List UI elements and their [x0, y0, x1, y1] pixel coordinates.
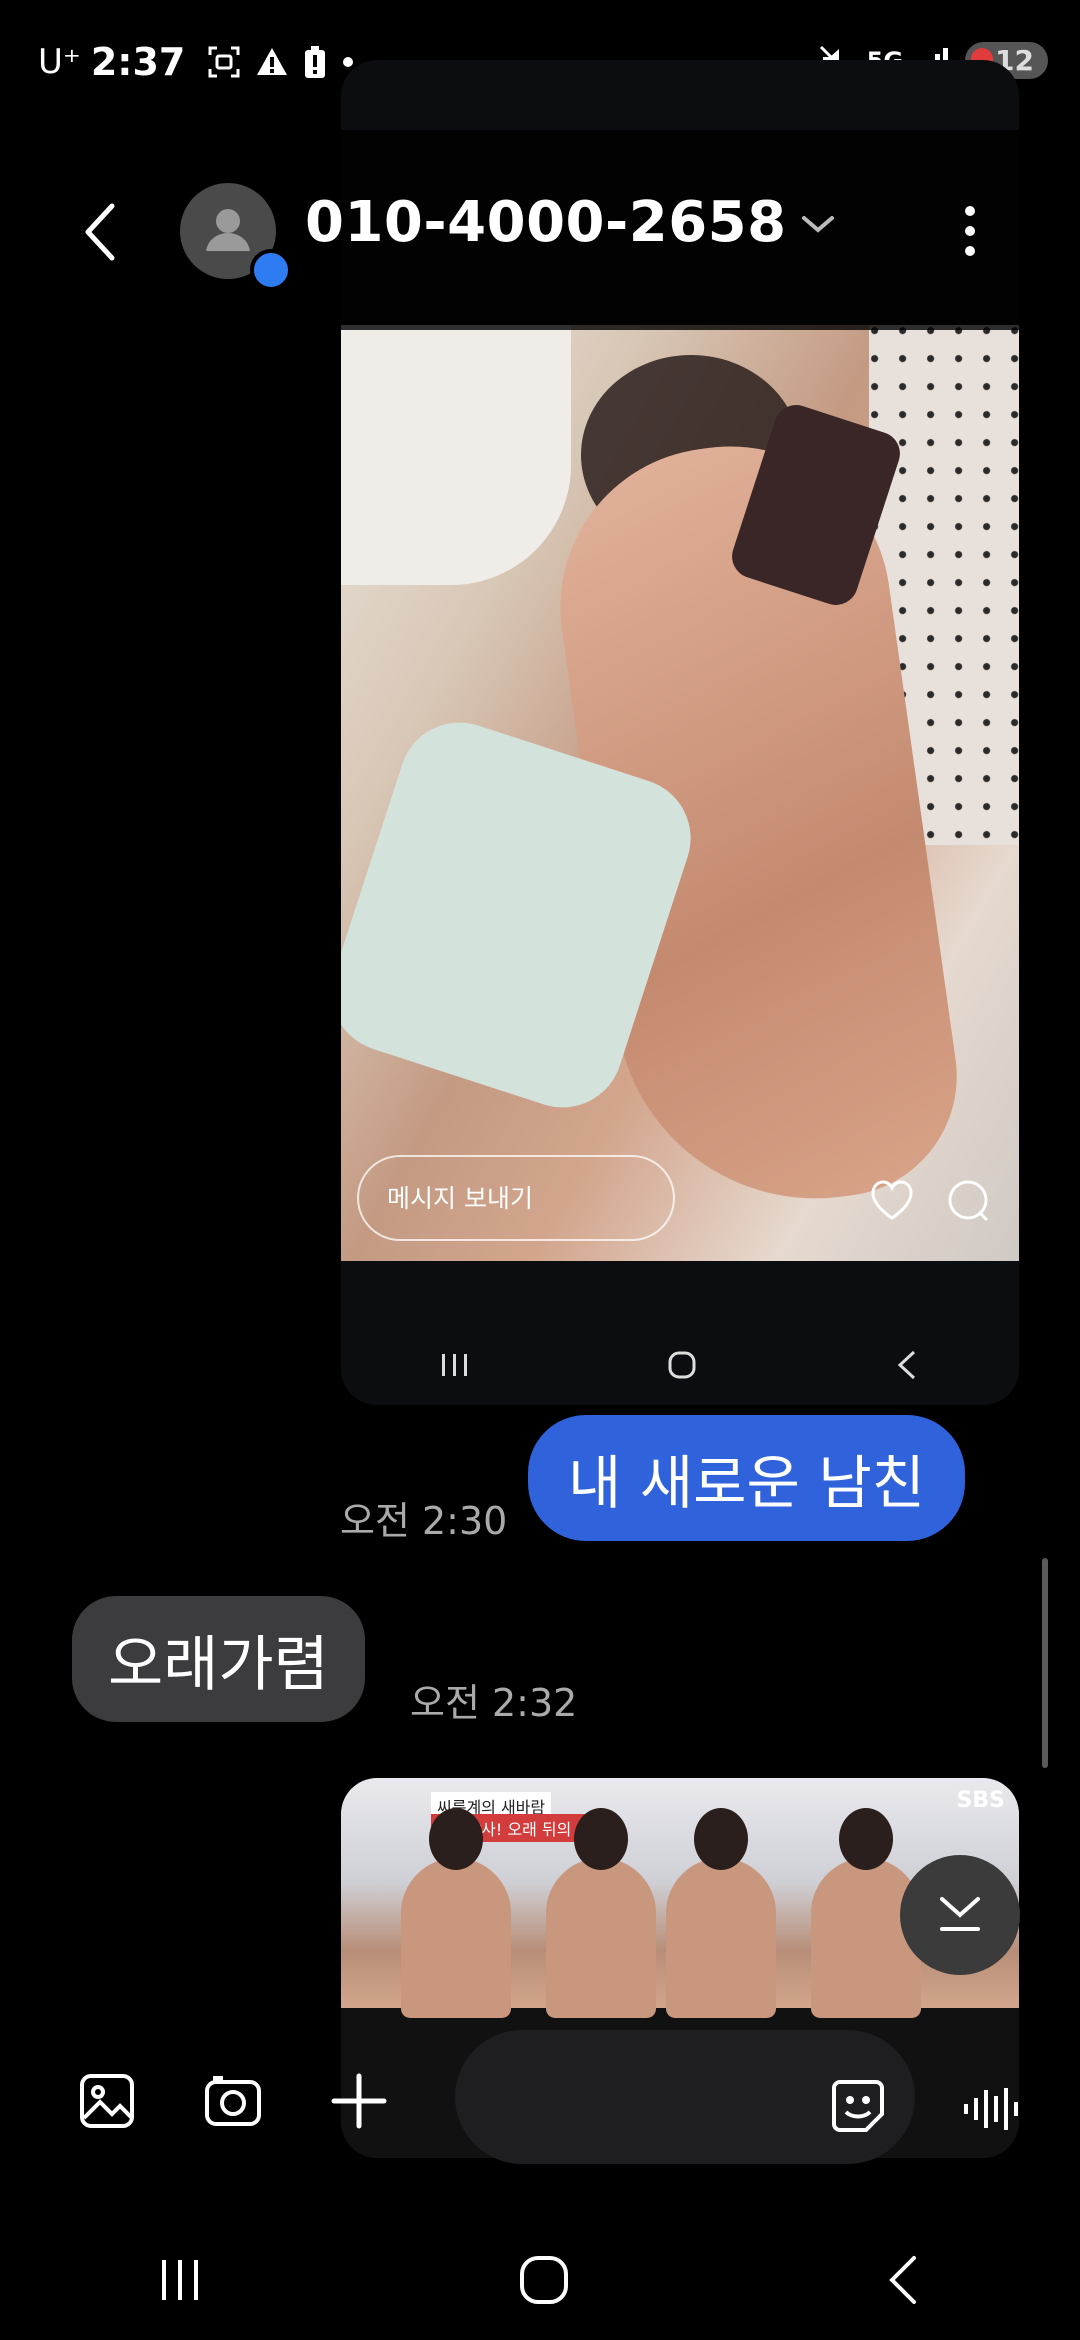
shared-photo — [341, 325, 1019, 1261]
chevron-down-icon[interactable] — [800, 212, 836, 236]
sticker-icon[interactable] — [830, 2078, 886, 2134]
scroll-to-bottom-button[interactable] — [900, 1855, 1020, 1975]
incoming-message-time: 오전 2:32 — [410, 1681, 578, 1725]
clock: 2:37 — [90, 40, 186, 84]
recent-apps-icon — [441, 1354, 467, 1376]
shared-message-input: 메시지 보내기 — [357, 1155, 675, 1241]
back-icon — [898, 1350, 916, 1380]
more-options-icon[interactable] — [960, 203, 980, 259]
video-person — [666, 1808, 776, 2018]
heart-icon — [871, 1180, 913, 1220]
plus-icon[interactable] — [330, 2072, 388, 2130]
video-person — [401, 1808, 511, 2018]
video-person-head — [839, 1808, 893, 1870]
back-arrow-icon[interactable] — [80, 200, 120, 264]
scroll-down-icon — [940, 1897, 980, 1931]
carrier-label: U⁺ — [38, 42, 81, 82]
shared-screenshot-nav — [341, 1330, 1019, 1400]
voice-input-icon[interactable] — [962, 2086, 1022, 2132]
channel-logo: SBS — [956, 1788, 1005, 1813]
home-icon[interactable] — [516, 2252, 572, 2308]
video-person — [546, 1808, 656, 2018]
gallery-icon[interactable] — [78, 2072, 136, 2130]
screenshot-icon — [208, 46, 240, 78]
alert-battery-icon — [305, 46, 326, 78]
back-icon[interactable] — [884, 2252, 924, 2308]
contact-name[interactable]: 010-4000-2658 — [305, 190, 787, 255]
camera-icon[interactable] — [203, 2072, 263, 2130]
video-person-head — [694, 1808, 748, 1870]
outgoing-message-time: 오전 2:30 — [340, 1499, 508, 1543]
home-icon — [668, 1351, 696, 1379]
status-left: U⁺ 2:37 — [38, 40, 355, 84]
incoming-message-bubble[interactable]: 오래가렴 — [72, 1596, 365, 1722]
comment-icon — [948, 1180, 989, 1222]
recent-apps-icon[interactable] — [156, 2256, 204, 2304]
video-person-head — [429, 1808, 483, 1870]
conversation-scrollbar[interactable] — [1042, 1558, 1048, 1768]
photo-pillow — [341, 325, 571, 585]
dot-icon — [343, 57, 354, 67]
notification-icons — [207, 45, 355, 79]
outgoing-message-bubble[interactable]: 내 새로운 남친 — [528, 1415, 966, 1541]
contact-avatar[interactable] — [180, 183, 292, 291]
chat-badge-icon — [250, 249, 292, 291]
video-person-head — [574, 1808, 628, 1870]
warning-icon — [257, 48, 288, 75]
system-navigation-bar — [0, 2220, 1080, 2340]
